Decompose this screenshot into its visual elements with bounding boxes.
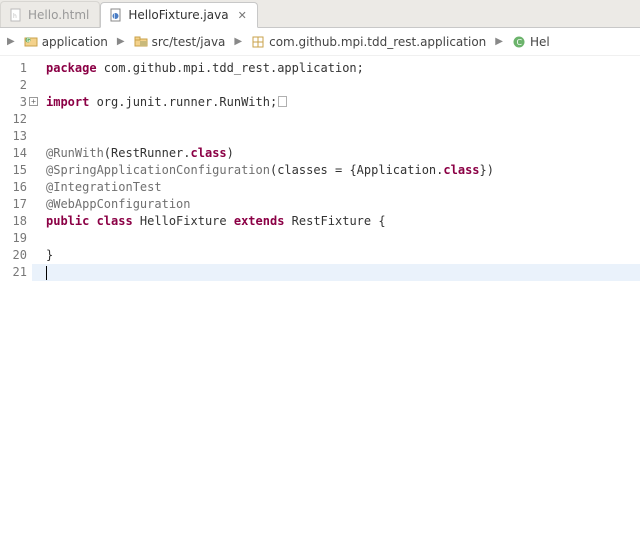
code-line[interactable]: @SpringApplicationConfiguration(classes …	[46, 162, 640, 179]
line-number: 1	[0, 60, 29, 77]
crumb-label: Hel	[530, 35, 550, 49]
code-line[interactable]	[46, 230, 640, 247]
code-line[interactable]	[46, 128, 640, 145]
line-number-gutter: 123+12131415161718192021	[0, 56, 32, 540]
tab-hello-html[interactable]: h Hello.html	[0, 1, 100, 27]
svg-text:J: J	[113, 13, 116, 20]
code-line[interactable]: import org.junit.runner.RunWith;	[46, 94, 640, 111]
line-number: 15	[0, 162, 29, 179]
line-number: 12	[0, 111, 29, 128]
chevron-right-icon[interactable]: ▶	[4, 36, 18, 47]
code-line[interactable]: public class HelloFixture extends RestFi…	[46, 213, 640, 230]
code-line[interactable]	[46, 111, 640, 128]
crumb-application[interactable]: G application	[22, 33, 110, 51]
crumb-src-test-java[interactable]: src/test/java	[132, 33, 228, 51]
svg-text:C: C	[516, 38, 522, 47]
line-number: 3+	[0, 94, 29, 111]
code-line[interactable]: @WebAppConfiguration	[46, 196, 640, 213]
chevron-right-icon[interactable]: ▶	[114, 36, 128, 47]
line-number: 18	[0, 213, 29, 230]
crumb-package[interactable]: com.github.mpi.tdd_rest.application	[249, 33, 488, 51]
code-content[interactable]: package com.github.mpi.tdd_rest.applicat…	[32, 56, 640, 540]
crumb-class[interactable]: C Hel	[510, 33, 552, 51]
package-icon	[251, 35, 265, 49]
line-number: 19	[0, 230, 29, 247]
svg-text:h: h	[13, 13, 17, 20]
code-line[interactable]: @RunWith(RestRunner.class)	[46, 145, 640, 162]
crumb-label: src/test/java	[152, 35, 226, 49]
crumb-label: com.github.mpi.tdd_rest.application	[269, 35, 486, 49]
code-editor[interactable]: 123+12131415161718192021 package com.git…	[0, 56, 640, 540]
folded-imports-indicator[interactable]	[278, 96, 287, 107]
line-number: 17	[0, 196, 29, 213]
java-file-icon: J	[109, 8, 123, 22]
crumb-label: application	[42, 35, 108, 49]
line-number: 13	[0, 128, 29, 145]
line-number: 16	[0, 179, 29, 196]
source-folder-icon	[134, 35, 148, 49]
line-number: 14	[0, 145, 29, 162]
code-line[interactable]: }	[46, 247, 640, 264]
editor-tabs: h Hello.html J HelloFixture.java ✕	[0, 0, 640, 28]
tab-label: Hello.html	[28, 8, 89, 22]
code-line[interactable]: @IntegrationTest	[46, 179, 640, 196]
line-number: 21	[0, 264, 29, 281]
close-icon[interactable]: ✕	[238, 9, 247, 22]
code-line[interactable]	[46, 77, 640, 94]
text-cursor	[46, 266, 47, 280]
html-file-icon: h	[9, 8, 23, 22]
line-number: 2	[0, 77, 29, 94]
class-icon: C	[512, 35, 526, 49]
svg-text:G: G	[26, 38, 30, 44]
code-line[interactable]: package com.github.mpi.tdd_rest.applicat…	[46, 60, 640, 77]
project-icon: G	[24, 35, 38, 49]
chevron-right-icon[interactable]: ▶	[492, 36, 506, 47]
line-number: 20	[0, 247, 29, 264]
chevron-right-icon[interactable]: ▶	[231, 36, 245, 47]
tab-hellofixture-java[interactable]: J HelloFixture.java ✕	[100, 2, 257, 28]
tab-label: HelloFixture.java	[128, 8, 228, 22]
code-line[interactable]	[32, 264, 640, 281]
breadcrumb: ▶ G application ▶ src/test/java ▶ com.gi…	[0, 28, 640, 56]
